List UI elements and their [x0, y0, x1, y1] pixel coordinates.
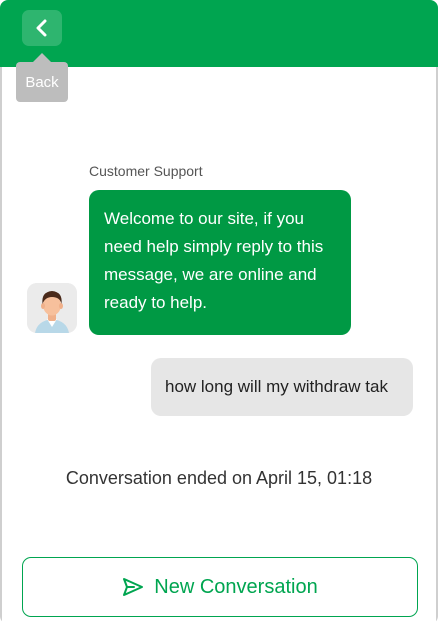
user-message: how long will my withdraw tak [151, 358, 413, 416]
back-button[interactable] [22, 10, 62, 46]
chat-window: Back Customer Support Welcome to our sit… [0, 0, 438, 624]
window-edge-left [0, 0, 2, 624]
new-conversation-button[interactable]: New Conversation [22, 557, 418, 617]
conversation-ended-notice: Conversation ended on April 15, 01:18 [65, 468, 373, 488]
agent-name: Customer Support [89, 163, 203, 179]
agent-message: Welcome to our site, if you need help si… [89, 190, 351, 335]
new-conversation-label: New Conversation [154, 575, 318, 598]
send-icon [122, 576, 144, 598]
agent-avatar [27, 283, 77, 333]
back-tooltip: Back [16, 53, 68, 102]
support-agent-avatar [27, 283, 77, 333]
chevron-left-icon [35, 19, 49, 37]
chat-header [0, 0, 438, 67]
